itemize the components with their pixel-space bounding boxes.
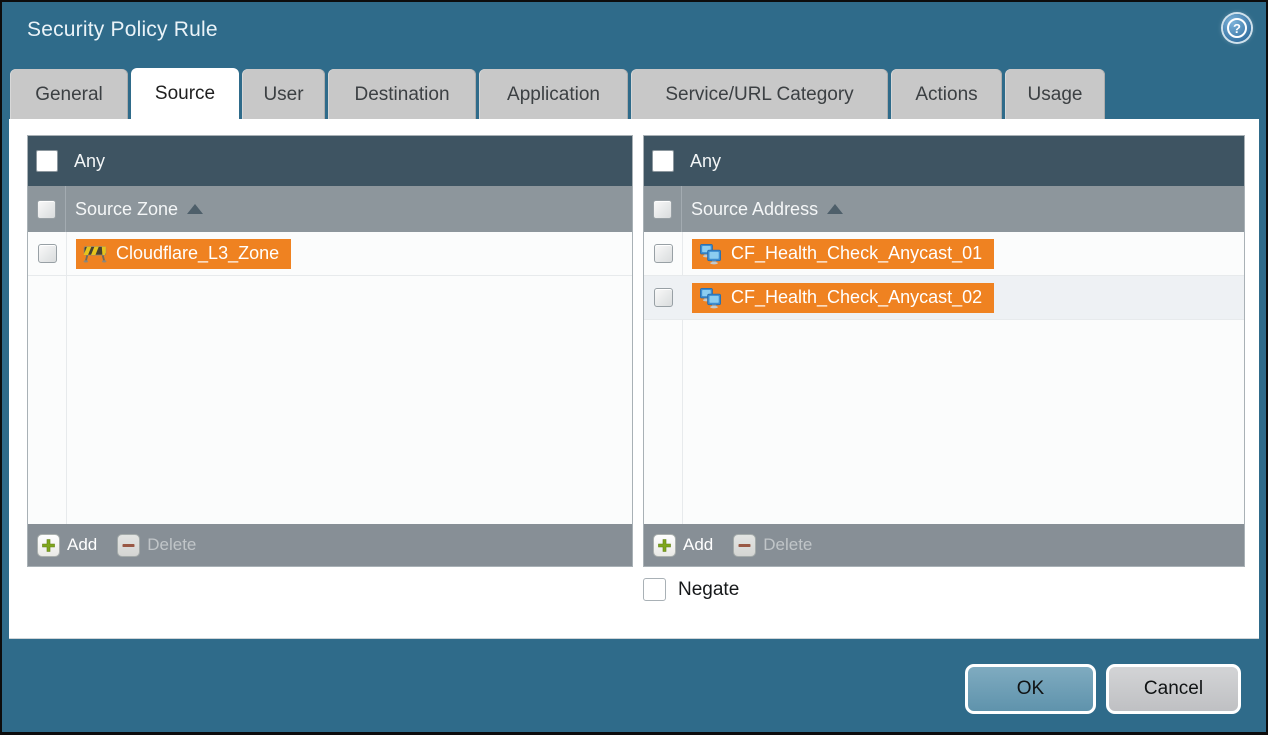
address-value-chip[interactable]: CF_Health_Check_Anycast_02 xyxy=(692,283,994,313)
row-checkbox[interactable] xyxy=(654,288,673,307)
sort-ascending-icon[interactable] xyxy=(827,204,843,214)
add-label: Add xyxy=(683,535,713,555)
add-plus-icon xyxy=(37,534,60,557)
row-checkbox[interactable] xyxy=(654,244,673,263)
source-zone-header-label: Source Zone xyxy=(75,199,178,220)
zone-value-chip[interactable]: Cloudflare_L3_Zone xyxy=(76,239,291,269)
source-zone-panel: Any Source Zone xyxy=(27,135,633,567)
address-name: CF_Health_Check_Anycast_02 xyxy=(731,287,982,308)
help-icon[interactable]: ? xyxy=(1223,14,1251,42)
table-row[interactable]: CF_Health_Check_Anycast_01 xyxy=(644,232,1244,276)
add-address-button[interactable]: Add xyxy=(653,534,713,557)
source-address-header-label: Source Address xyxy=(691,199,818,220)
table-row[interactable]: CF_Health_Check_Anycast_02 xyxy=(644,276,1244,320)
add-zone-button[interactable]: Add xyxy=(37,534,97,557)
delete-label: Delete xyxy=(147,535,196,555)
tab-bar: General Source User Destination Applicat… xyxy=(10,68,1105,120)
source-zone-select-all-checkbox[interactable] xyxy=(37,200,56,219)
delete-zone-button[interactable]: Delete xyxy=(117,534,196,557)
delete-minus-icon xyxy=(733,534,756,557)
source-address-panel: Any Source Address xyxy=(643,135,1245,567)
tab-destination[interactable]: Destination xyxy=(328,69,476,120)
source-address-any-checkbox[interactable] xyxy=(652,150,674,172)
source-zone-any-checkbox[interactable] xyxy=(36,150,58,172)
source-address-toolbar: Add Delete xyxy=(644,524,1244,566)
source-zone-toolbar: Add Delete xyxy=(28,524,632,566)
tab-user[interactable]: User xyxy=(242,69,325,120)
source-tab-content: Any Source Zone xyxy=(9,119,1259,639)
add-plus-icon xyxy=(653,534,676,557)
source-address-any-label: Any xyxy=(690,151,721,172)
delete-minus-icon xyxy=(117,534,140,557)
negate-label: Negate xyxy=(678,579,739,601)
security-policy-rule-dialog: Security Policy Rule ? General Source Us… xyxy=(0,0,1268,735)
ok-button[interactable]: OK xyxy=(965,664,1096,714)
table-row[interactable]: Cloudflare_L3_Zone xyxy=(28,232,632,276)
address-icon xyxy=(699,286,722,309)
source-zone-any-row: Any xyxy=(28,136,632,186)
delete-address-button[interactable]: Delete xyxy=(733,534,812,557)
source-address-list: CF_Health_Check_Anycast_01 xyxy=(644,232,1244,524)
source-address-select-all-cell xyxy=(644,186,682,232)
address-icon xyxy=(699,242,722,265)
tab-general[interactable]: General xyxy=(10,69,128,120)
source-address-any-row: Any xyxy=(644,136,1244,186)
row-checkbox[interactable] xyxy=(38,244,57,263)
sort-ascending-icon[interactable] xyxy=(187,204,203,214)
zone-name: Cloudflare_L3_Zone xyxy=(116,243,279,264)
help-question-glyph: ? xyxy=(1227,18,1247,38)
tab-usage[interactable]: Usage xyxy=(1005,69,1105,120)
negate-checkbox[interactable] xyxy=(643,578,666,601)
tab-application[interactable]: Application xyxy=(479,69,628,120)
address-value-chip[interactable]: CF_Health_Check_Anycast_01 xyxy=(692,239,994,269)
source-zone-column-header[interactable]: Source Zone xyxy=(28,186,632,232)
tab-actions[interactable]: Actions xyxy=(891,69,1002,120)
cancel-button[interactable]: Cancel xyxy=(1106,664,1241,714)
delete-label: Delete xyxy=(763,535,812,555)
zone-icon xyxy=(83,244,107,263)
dialog-title: Security Policy Rule xyxy=(27,18,218,42)
address-name: CF_Health_Check_Anycast_01 xyxy=(731,243,982,264)
source-zone-any-label: Any xyxy=(74,151,105,172)
source-address-select-all-checkbox[interactable] xyxy=(653,200,672,219)
tab-source[interactable]: Source xyxy=(131,68,239,120)
source-zone-list: Cloudflare_L3_Zone xyxy=(28,232,632,524)
source-zone-select-all-cell xyxy=(28,186,66,232)
negate-option: Negate xyxy=(643,578,739,601)
add-label: Add xyxy=(67,535,97,555)
tab-service-url-category[interactable]: Service/URL Category xyxy=(631,69,888,120)
source-address-column-header[interactable]: Source Address xyxy=(644,186,1244,232)
